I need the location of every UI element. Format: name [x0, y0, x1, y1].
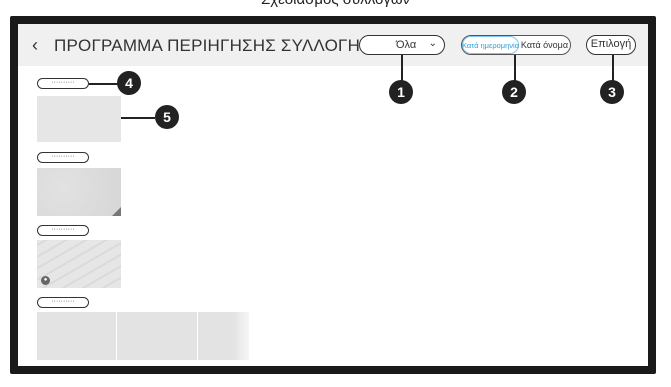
callout-badge-2: 2 [502, 80, 526, 104]
top-bar: ‹ ΠΡΟΓΡΑΜΜΑ ΠΕΡΙΗΓΗΣΗΣ ΣΥΛΛΟΓΗΣ Όλα ⌄ Κα… [18, 24, 648, 66]
chevron-down-icon: ⌄ [428, 38, 437, 49]
filter-dropdown[interactable]: Όλα ⌄ [359, 35, 445, 55]
collection-label-2[interactable]: ·········· [37, 152, 89, 163]
callout-badge-1: 1 [389, 80, 413, 104]
collection-label-4[interactable]: ·········· [37, 297, 89, 308]
filter-value: Όλα [396, 39, 417, 51]
figure-caption: Σχεδιασμός συλλογών [0, 0, 671, 8]
callout-leader-4 [89, 83, 119, 85]
collection-thumbnail-3[interactable]: ● [37, 240, 121, 288]
sort-by-date-button[interactable]: Κατά ημερομηνία [462, 36, 519, 54]
collection-thumbnail-1[interactable] [37, 96, 121, 142]
collection-browser-screen: ‹ ΠΡΟΓΡΑΜΜΑ ΠΕΡΙΗΓΗΣΗΣ ΣΥΛΛΟΓΗΣ Όλα ⌄ Κα… [18, 24, 648, 366]
back-chevron-left-icon[interactable]: ‹ [32, 35, 38, 56]
callout-badge-4: 4 [117, 71, 141, 95]
collection-strip-4[interactable] [37, 312, 249, 360]
page-curl-icon [112, 207, 121, 216]
callout-leader-5 [121, 117, 155, 119]
lock-icon: ● [41, 276, 50, 285]
callout-leader-1 [401, 55, 403, 81]
sort-by-name-button[interactable]: Κατά όνομα [519, 36, 570, 54]
collection-label-3[interactable]: ·········· [37, 225, 89, 236]
sort-toggle[interactable]: Κατά ημερομηνία Κατά όνομα [461, 35, 571, 55]
callout-badge-3: 3 [600, 80, 624, 104]
page-title: ΠΡΟΓΡΑΜΜΑ ΠΕΡΙΗΓΗΣΗΣ ΣΥΛΛΟΓΗΣ [54, 36, 371, 55]
strip-thumbnail[interactable] [117, 312, 197, 360]
callout-leader-2 [514, 55, 516, 81]
select-button[interactable]: Επιλογή [586, 35, 636, 55]
callout-badge-5: 5 [155, 105, 179, 129]
collection-label-1[interactable]: ·········· [37, 78, 89, 89]
callout-leader-3 [612, 55, 614, 81]
strip-thumbnail[interactable] [37, 312, 116, 360]
strip-thumbnail[interactable] [198, 312, 249, 360]
collection-thumbnail-2[interactable] [37, 168, 121, 216]
